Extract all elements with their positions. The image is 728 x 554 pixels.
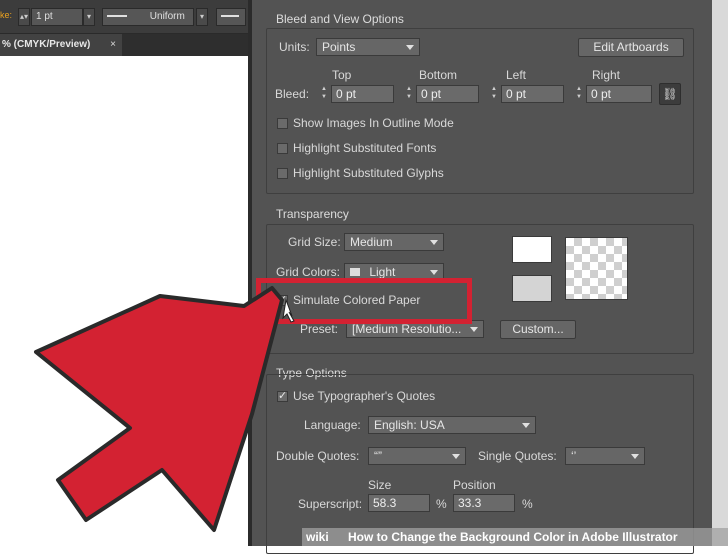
callout-arrow-icon [34,286,295,532]
watermark-logo: wiki [306,530,329,544]
mouse-cursor-icon [282,298,295,323]
callout-arrow-shape [34,286,284,532]
watermark-title: How to Change the Background Color in Ad… [348,530,678,544]
